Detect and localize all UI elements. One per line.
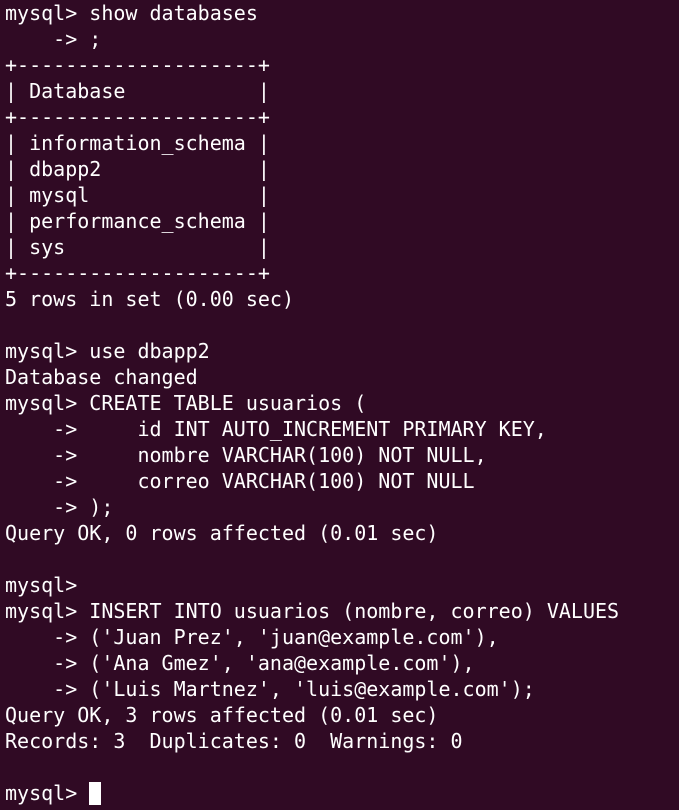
terminal-line: mysql> use dbapp2 [5,339,210,363]
terminal-line: | Database | [5,79,270,103]
terminal-line: mysql> CREATE TABLE usuarios ( [5,391,367,415]
terminal-line: Query OK, 0 rows affected (0.01 sec) [5,521,439,545]
terminal-line: Database changed [5,365,198,389]
terminal-line: -> id INT AUTO_INCREMENT PRIMARY KEY, [5,417,547,441]
terminal-window[interactable]: mysql> show databases -> ; +------------… [0,0,679,810]
terminal-line: -> ('Juan Prez', 'juan@example.com'), [5,625,499,649]
terminal-line: -> ('Ana Gmez', 'ana@example.com'), [5,651,475,675]
text-cursor [89,782,102,805]
terminal-line: mysql> show databases [5,1,258,25]
terminal-line: +--------------------+ [5,105,270,129]
terminal-output: mysql> show databases -> ; +------------… [5,0,619,806]
terminal-line: -> ; [5,27,102,51]
terminal-line: mysql> INSERT INTO usuarios (nombre, cor… [5,599,620,623]
terminal-line: -> ); [5,495,114,519]
terminal-line: | information_schema | [5,131,270,155]
terminal-line: mysql> [5,573,78,597]
terminal-line: Query OK, 3 rows affected (0.01 sec) [5,703,439,727]
terminal-line: | mysql | [5,183,270,207]
terminal-line: | performance_schema | [5,209,270,233]
terminal-line: -> nombre VARCHAR(100) NOT NULL, [5,443,487,467]
terminal-line: | sys | [5,235,270,259]
terminal-line: -> correo VARCHAR(100) NOT NULL [5,469,475,493]
terminal-line: +--------------------+ [5,53,270,77]
terminal-line: +--------------------+ [5,261,270,285]
terminal-line: -> ('Luis Martnez', 'luis@example.com'); [5,677,535,701]
prompt-line[interactable]: mysql> [5,780,619,806]
terminal-line: | dbapp2 | [5,157,270,181]
terminal-line: 5 rows in set (0.00 sec) [5,287,294,311]
terminal-line: Records: 3 Duplicates: 0 Warnings: 0 [5,729,463,753]
prompt: mysql> [5,781,78,805]
